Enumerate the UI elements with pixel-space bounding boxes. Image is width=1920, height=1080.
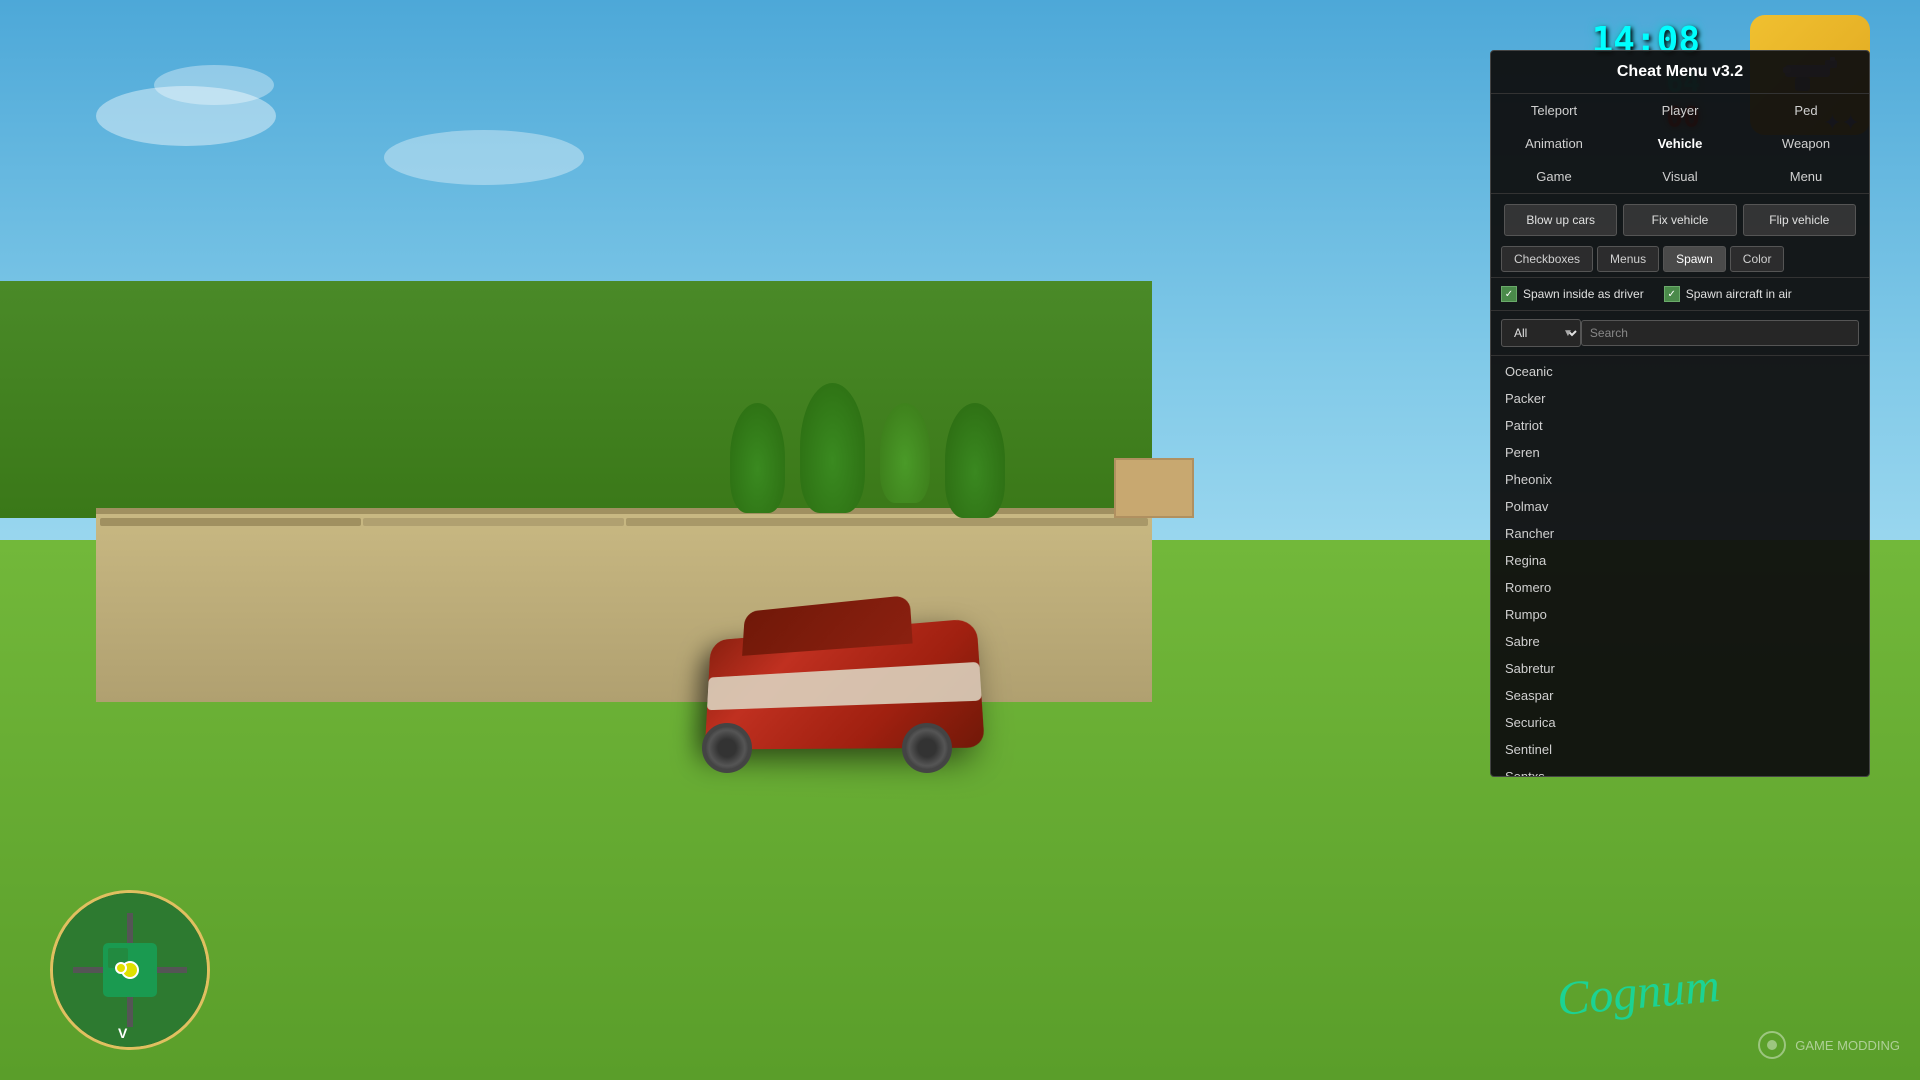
player-dot: [115, 962, 127, 974]
nav-player[interactable]: Player: [1617, 94, 1743, 127]
list-item[interactable]: Patriot: [1491, 412, 1869, 439]
tab-checkboxes[interactable]: Checkboxes: [1501, 246, 1593, 272]
list-item[interactable]: Regina: [1491, 547, 1869, 574]
cheat-panel: Cheat Menu v3.2 Teleport Player Ped Anim…: [1490, 50, 1870, 777]
list-item[interactable]: Romero: [1491, 574, 1869, 601]
list-item[interactable]: Rumpo: [1491, 601, 1869, 628]
checkboxes-row: ✓ Spawn inside as driver ✓ Spawn aircraf…: [1491, 278, 1869, 311]
game-modding-icon: [1757, 1030, 1787, 1060]
list-item[interactable]: Peren: [1491, 439, 1869, 466]
fix-vehicle-button[interactable]: Fix vehicle: [1623, 204, 1736, 236]
tab-spawn[interactable]: Spawn: [1663, 246, 1726, 272]
list-item[interactable]: Polmav: [1491, 493, 1869, 520]
nav-grid: Teleport Player Ped Animation Vehicle We…: [1491, 94, 1869, 194]
action-buttons-row: Blow up cars Fix vehicle Flip vehicle: [1491, 194, 1869, 241]
nav-teleport[interactable]: Teleport: [1491, 94, 1617, 127]
game-modding-logo: GAME MODDING: [1757, 1030, 1900, 1060]
list-item[interactable]: Seaspar: [1491, 682, 1869, 709]
trees: [730, 403, 1005, 518]
list-item[interactable]: Packer: [1491, 385, 1869, 412]
list-item[interactable]: Oceanic: [1491, 358, 1869, 385]
car: [672, 578, 992, 778]
background-building: [1114, 458, 1194, 518]
tabs-row: Checkboxes Menus Spawn Color: [1491, 241, 1869, 278]
tree: [880, 403, 930, 503]
list-item[interactable]: Sabretur: [1491, 655, 1869, 682]
list-item[interactable]: Sentinel: [1491, 736, 1869, 763]
flip-vehicle-button[interactable]: Flip vehicle: [1743, 204, 1856, 236]
nav-vehicle[interactable]: Vehicle: [1617, 127, 1743, 160]
tree: [945, 403, 1005, 518]
checkbox-spawn-aircraft[interactable]: ✓ Spawn aircraft in air: [1664, 286, 1792, 302]
checkbox-spawn-aircraft-box[interactable]: ✓: [1664, 286, 1680, 302]
checkbox-spawn-inside-label: Spawn inside as driver: [1523, 287, 1644, 301]
svg-text:V: V: [118, 1025, 128, 1041]
filter-row: All Cars Bikes Boats Aircraft Helicopter…: [1491, 311, 1869, 356]
minimap: V N: [50, 890, 210, 1050]
list-item[interactable]: Rancher: [1491, 520, 1869, 547]
tree: [800, 383, 865, 513]
checkbox-spawn-aircraft-label: Spawn aircraft in air: [1686, 287, 1792, 301]
nav-ped[interactable]: Ped: [1743, 94, 1869, 127]
checkbox-spawn-inside[interactable]: ✓ Spawn inside as driver: [1501, 286, 1644, 302]
nav-game[interactable]: Game: [1491, 160, 1617, 193]
cloud: [384, 130, 584, 185]
list-item[interactable]: Securica: [1491, 709, 1869, 736]
tree: [730, 403, 785, 513]
list-item[interactable]: Sentxs: [1491, 763, 1869, 776]
search-input[interactable]: [1581, 320, 1859, 346]
game-modding-text: GAME MODDING: [1795, 1038, 1900, 1053]
nav-animation[interactable]: Animation: [1491, 127, 1617, 160]
stone-wall: [96, 508, 1152, 702]
vehicle-list[interactable]: Oceanic Packer Patriot Peren Pheonix Pol…: [1491, 356, 1869, 776]
filter-dropdown[interactable]: All Cars Bikes Boats Aircraft Helicopter…: [1501, 319, 1581, 347]
cheat-panel-title: Cheat Menu v3.2: [1491, 51, 1869, 94]
tab-menus[interactable]: Menus: [1597, 246, 1659, 272]
blow-up-cars-button[interactable]: Blow up cars: [1504, 204, 1617, 236]
nav-weapon[interactable]: Weapon: [1743, 127, 1869, 160]
cloud: [154, 65, 274, 105]
tab-color[interactable]: Color: [1730, 246, 1785, 272]
list-item[interactable]: Sabre: [1491, 628, 1869, 655]
nav-visual[interactable]: Visual: [1617, 160, 1743, 193]
nav-menu[interactable]: Menu: [1743, 160, 1869, 193]
checkbox-spawn-inside-box[interactable]: ✓: [1501, 286, 1517, 302]
list-item[interactable]: Pheonix: [1491, 466, 1869, 493]
